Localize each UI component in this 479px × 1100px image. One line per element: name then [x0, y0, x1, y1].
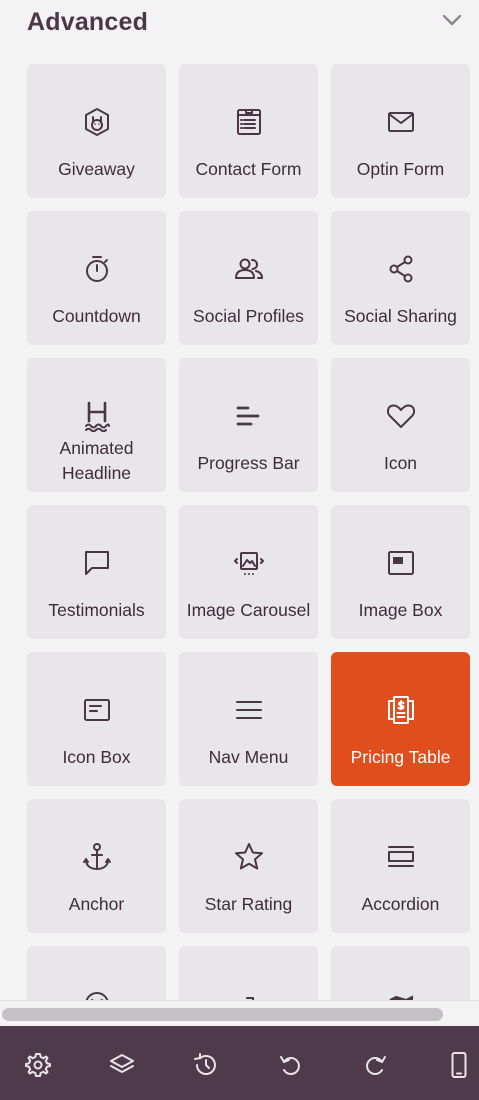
block-tile-label: Countdown [52, 306, 141, 326]
block-tile-label: Animated Headline [27, 436, 166, 486]
block-tile-animated-headline[interactable]: Animated Headline [27, 358, 166, 492]
block-tile-heart[interactable]: Icon [331, 358, 470, 492]
block-tile-label: Star Rating [204, 894, 293, 914]
block-tile-label: Accordion [361, 894, 440, 914]
block-tile-label: Contact Form [195, 159, 302, 179]
block-tile-stopwatch[interactable]: Countdown [27, 211, 166, 345]
block-tile-contact-form[interactable]: Contact Form [179, 64, 318, 198]
block-tile-partial-icon-1[interactable] [27, 946, 166, 1000]
block-tile-star[interactable]: Star Rating [179, 799, 318, 933]
block-tile-label: Icon [383, 453, 418, 473]
giveaway-icon [79, 104, 115, 140]
advanced-blocks-panel: Advanced Giveaway Contact Form Optin Form C… [0, 0, 479, 1100]
block-tile-label: Social Profiles [193, 306, 304, 326]
layers-icon [108, 1051, 136, 1079]
section-header-advanced[interactable]: Advanced [0, 0, 479, 50]
block-tile-icon-box[interactable]: Icon Box [27, 652, 166, 786]
block-tile-label: Nav Menu [208, 747, 289, 767]
redo-icon [361, 1051, 389, 1079]
contact-form-icon [231, 104, 267, 140]
mobile-device-icon [445, 1051, 473, 1079]
redo-button[interactable] [360, 1050, 390, 1080]
block-tile-image-box[interactable]: Image Box [331, 505, 470, 639]
accordion-icon [383, 839, 419, 875]
progress-bar-icon [231, 398, 267, 434]
block-tile-label-line: Headline [61, 463, 132, 483]
speech-bubble-icon [79, 545, 115, 581]
stopwatch-icon [79, 251, 115, 287]
block-tile-label: Optin Form [356, 159, 445, 179]
heart-icon [383, 398, 419, 434]
block-tile-label: Anchor [68, 894, 125, 914]
pricing-table-icon [383, 692, 419, 728]
share-icon [383, 251, 419, 287]
block-tile-progress-bar[interactable]: Progress Bar [179, 358, 318, 492]
partial-icon-2 [231, 986, 267, 1000]
section-title: Advanced [27, 8, 149, 36]
people-icon [231, 251, 267, 287]
undo-button[interactable] [276, 1050, 306, 1080]
star-icon [231, 839, 267, 875]
block-tile-giveaway[interactable]: Giveaway [27, 64, 166, 198]
block-tile-label: Image Carousel [186, 600, 311, 620]
horizontal-scrollbar[interactable] [0, 1000, 479, 1026]
block-tile-label: Social Sharing [344, 306, 457, 326]
block-tile-speech-bubble[interactable]: Testimonials [27, 505, 166, 639]
block-tile-anchor[interactable]: Anchor [27, 799, 166, 933]
undo-icon [277, 1051, 305, 1079]
blocks-grid: Giveaway Contact Form Optin Form Countdown S… [27, 64, 470, 1000]
block-tile-envelope[interactable]: Optin Form [331, 64, 470, 198]
envelope-icon [383, 104, 419, 140]
hamburger-menu-icon [231, 692, 267, 728]
chevron-down-icon[interactable] [441, 13, 463, 27]
scrollbar-thumb[interactable] [2, 1008, 443, 1021]
bottom-toolbar [0, 1026, 479, 1100]
block-tile-share[interactable]: Social Sharing [331, 211, 470, 345]
history-button[interactable] [191, 1050, 221, 1080]
block-tile-label: Image Box [358, 600, 443, 620]
partial-icon-1 [79, 986, 115, 1000]
mobile-preview-button[interactable] [444, 1050, 474, 1080]
block-tile-hamburger-menu[interactable]: Nav Menu [179, 652, 318, 786]
block-tile-people[interactable]: Social Profiles [179, 211, 318, 345]
image-carousel-icon [231, 545, 267, 581]
block-tile-label-line: Animated [59, 438, 134, 458]
settings-button[interactable] [23, 1050, 53, 1080]
partial-icon-3 [383, 986, 419, 1000]
block-tile-label: Icon Box [62, 747, 131, 767]
gear-icon [24, 1051, 52, 1079]
block-tile-partial-icon-3[interactable] [331, 946, 470, 1000]
animated-headline-icon [79, 398, 115, 434]
block-tile-label: Giveaway [58, 159, 135, 179]
image-box-icon [383, 545, 419, 581]
block-tile-image-carousel[interactable]: Image Carousel [179, 505, 318, 639]
block-tile-label: Progress Bar [197, 453, 300, 473]
block-tile-pricing-table[interactable]: Pricing Table [331, 652, 470, 786]
block-tile-partial-icon-2[interactable] [179, 946, 318, 1000]
icon-box-icon [79, 692, 115, 728]
history-icon [192, 1051, 220, 1079]
anchor-icon [79, 839, 115, 875]
blocks-grid-viewport: Giveaway Contact Form Optin Form Countdown S… [0, 62, 479, 1000]
block-tile-label: Testimonials [48, 600, 145, 620]
layers-button[interactable] [107, 1050, 137, 1080]
block-tile-label: Pricing Table [350, 747, 451, 767]
block-tile-accordion[interactable]: Accordion [331, 799, 470, 933]
